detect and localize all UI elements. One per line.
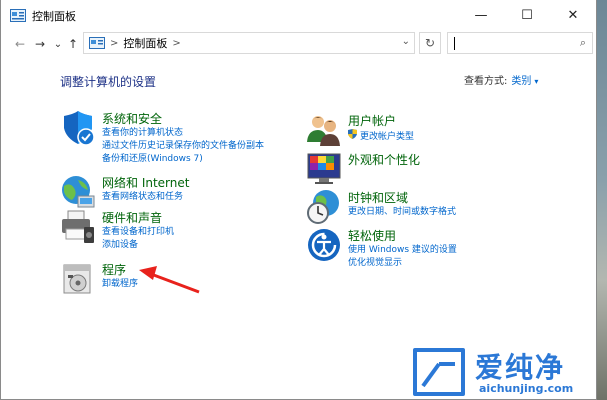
link-text: 更改帐户类型 [360, 132, 415, 142]
chevron-down-icon[interactable]: ▾ [534, 77, 538, 86]
category-title[interactable]: 用户帐户 [348, 112, 396, 129]
category-title[interactable]: 系统和安全 [102, 110, 162, 127]
link-uninstall-program[interactable]: 卸载程序 [102, 278, 138, 291]
minimize-button[interactable]: — [458, 0, 504, 31]
appearance-icon [307, 153, 341, 184]
search-icon: ⌕ [579, 36, 586, 49]
window-title: 控制面板 [32, 10, 76, 23]
navigation-bar: ← → ⌄ ↑ > 控制面板 > ⌄ ↻ ⌕ [1, 31, 596, 57]
close-button[interactable]: ✕ [550, 0, 596, 31]
link-view-computer-status[interactable]: 查看你的计算机状态 [102, 127, 264, 140]
watermark-logo-icon [413, 348, 465, 396]
link-file-history-backup[interactable]: 通过文件历史记录保存你的文件备份副本 [102, 140, 264, 153]
category-title[interactable]: 硬件和声音 [102, 209, 162, 226]
category-title[interactable]: 程序 [102, 261, 126, 278]
category-title[interactable]: 轻松使用 [348, 227, 396, 244]
users-icon [307, 116, 340, 146]
watermark: 爱纯净 aichunjing.com [413, 344, 603, 400]
page-title: 调整计算机的设置 [60, 75, 157, 89]
link-backup-restore[interactable]: 备份和还原(Windows 7) [102, 153, 264, 166]
text-caret [454, 37, 455, 50]
maximize-icon: ☐ [521, 8, 533, 23]
view-by-label: 查看方式: [464, 76, 508, 87]
title-bar: 控制面板 — ☐ ✕ [1, 0, 596, 31]
category-title[interactable]: 网络和 Internet [102, 174, 189, 191]
link-add-device[interactable]: 添加设备 [102, 239, 174, 252]
programs-icon [63, 264, 91, 294]
shield-icon [64, 111, 95, 146]
category-title[interactable]: 外观和个性化 [348, 151, 420, 168]
minimize-icon: — [474, 8, 488, 23]
control-panel-icon [10, 9, 26, 22]
breadcrumb-separator-icon[interactable]: > [172, 38, 180, 49]
breadcrumb-separator-icon: > [110, 37, 119, 49]
recent-locations-dropdown-icon[interactable]: ⌄ [51, 35, 65, 53]
link-optimize-visual-display[interactable]: 优化视觉显示 [348, 257, 457, 270]
view-by-dropdown[interactable]: 类别 [511, 76, 531, 87]
up-arrow-icon[interactable]: ↑ [66, 35, 80, 53]
watermark-url: aichunjing.com [479, 382, 574, 395]
uac-shield-icon [348, 129, 357, 139]
refresh-button[interactable]: ↻ [419, 32, 441, 54]
network-globe-icon [62, 176, 95, 208]
address-dropdown-icon[interactable]: ⌄ [402, 36, 410, 47]
breadcrumb[interactable]: 控制面板 [123, 35, 167, 51]
address-bar[interactable]: > 控制面板 > ⌄ [83, 32, 415, 54]
close-icon: ✕ [567, 8, 579, 23]
link-change-account-type[interactable]: 更改帐户类型 [348, 129, 414, 144]
control-panel-icon [89, 37, 105, 49]
control-panel-window: 控制面板 — ☐ ✕ ← → ⌄ ↑ > 控制面板 > ⌄ ↻ ⌕ 调整计算机的… [0, 0, 597, 400]
back-arrow-icon[interactable]: ← [13, 35, 27, 53]
printer-icon [62, 210, 94, 243]
refresh-icon: ↻ [424, 36, 436, 50]
link-change-date-time-format[interactable]: 更改日期、时间或数字格式 [348, 206, 456, 219]
forward-arrow-icon[interactable]: → [33, 35, 47, 53]
clock-globe-icon [307, 190, 339, 224]
category-title[interactable]: 时钟和区域 [348, 189, 408, 206]
search-input[interactable]: ⌕ [447, 32, 593, 54]
link-view-devices-printers[interactable]: 查看设备和打印机 [102, 226, 174, 239]
ease-of-access-icon [308, 229, 340, 261]
watermark-text: 爱纯净 [475, 351, 566, 384]
link-use-recommended-settings[interactable]: 使用 Windows 建议的设置 [348, 244, 457, 257]
view-by: 查看方式: 类别 ▾ [464, 72, 538, 87]
maximize-button[interactable]: ☐ [504, 0, 550, 31]
link-view-network-status[interactable]: 查看网络状态和任务 [102, 191, 183, 204]
